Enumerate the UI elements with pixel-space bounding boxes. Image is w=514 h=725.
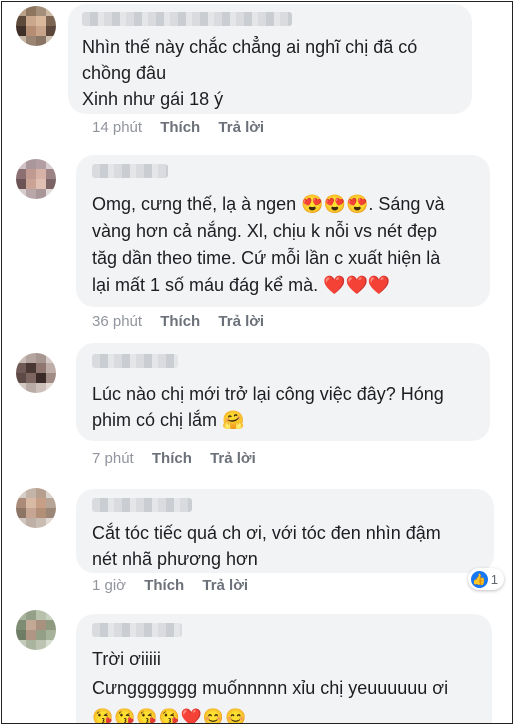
comment-time[interactable]: 36 phút bbox=[92, 313, 142, 330]
comment-bubble: Nhìn thế này chắc chẳng ai nghĩ chị đã c… bbox=[68, 4, 472, 114]
comment-time[interactable]: 14 phút bbox=[92, 119, 142, 136]
avatar[interactable] bbox=[16, 6, 56, 46]
like-button[interactable]: Thích bbox=[160, 313, 200, 330]
reply-button[interactable]: Trả lời bbox=[218, 313, 264, 330]
avatar[interactable] bbox=[16, 488, 56, 528]
comment-bubble: Trời ơiiiii Cưnggggggg muốnnnnn xỉu chị … bbox=[76, 614, 492, 724]
like-button[interactable]: Thích bbox=[160, 119, 200, 136]
commenter-name[interactable] bbox=[92, 623, 182, 637]
avatar[interactable] bbox=[16, 353, 56, 393]
commenter-name[interactable] bbox=[92, 354, 178, 368]
comment-time[interactable]: 1 giờ bbox=[92, 577, 126, 594]
comment-text: Nhìn thế này chắc chẳng ai nghĩ chị đã c… bbox=[82, 37, 418, 109]
reply-button[interactable]: Trả lời bbox=[218, 119, 264, 136]
comment-text: Cắt tóc tiếc quá ch ơi, với tóc đen nhìn… bbox=[92, 523, 441, 569]
reply-button[interactable]: Trả lời bbox=[210, 450, 256, 467]
reply-button[interactable]: Trả lời bbox=[202, 577, 248, 594]
comment-bubble: Cắt tóc tiếc quá ch ơi, với tóc đen nhìn… bbox=[76, 489, 494, 573]
avatar[interactable] bbox=[16, 610, 56, 650]
comment-text: Omg, cưng thế, lạ à ngen 😍😍😍. Sáng và và… bbox=[92, 194, 445, 295]
commenter-name[interactable] bbox=[92, 498, 192, 512]
comment-meta: 1 giờ Thích Trả lời bbox=[92, 577, 248, 594]
comment-list: Nhìn thế này chắc chẳng ai nghĩ chị đã c… bbox=[1, 1, 513, 724]
comment-meta: 7 phút Thích Trả lời bbox=[92, 450, 256, 467]
commenter-name[interactable] bbox=[82, 12, 292, 26]
comment-time[interactable]: 7 phút bbox=[92, 450, 134, 467]
like-button[interactable]: Thích bbox=[144, 577, 184, 594]
comment-bubble: Omg, cưng thế, lạ à ngen 😍😍😍. Sáng và và… bbox=[76, 155, 490, 307]
commenter-name[interactable] bbox=[92, 164, 168, 178]
comment-bubble: Lúc nào chị mới trở lại công việc đây? H… bbox=[76, 343, 490, 441]
avatar[interactable] bbox=[16, 159, 56, 199]
reaction-count: 1 bbox=[490, 571, 498, 587]
like-icon: 👍 bbox=[470, 570, 488, 588]
comment-meta: 36 phút Thích Trả lời bbox=[92, 313, 264, 330]
comment-meta: 14 phút Thích Trả lời bbox=[92, 119, 264, 136]
comment-text: Lúc nào chị mới trở lại công việc đây? H… bbox=[92, 384, 444, 430]
comment-text: Trời ơiiiii Cưnggggggg muốnnnnn xỉu chị … bbox=[92, 649, 449, 724]
reaction-summary[interactable]: 👍 1 bbox=[467, 568, 504, 590]
like-button[interactable]: Thích bbox=[152, 450, 192, 467]
